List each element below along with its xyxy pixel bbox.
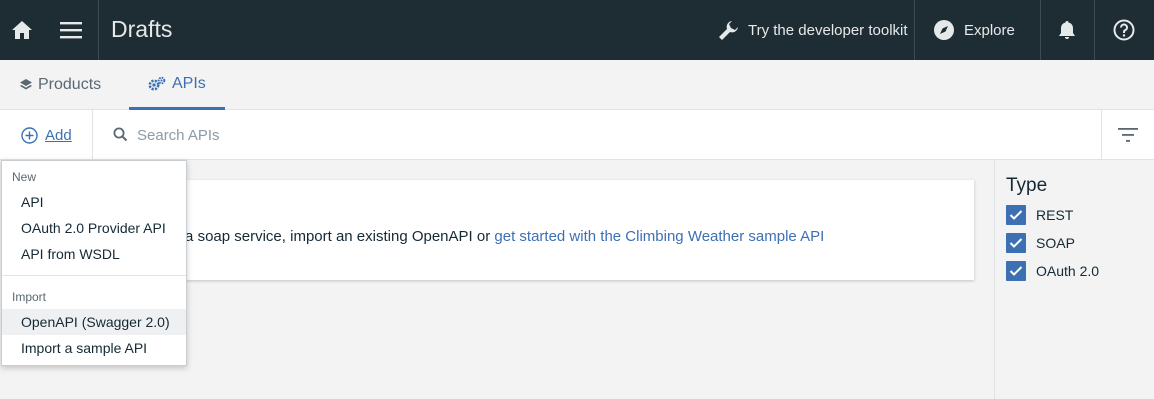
filter-option-rest[interactable]: REST (1006, 205, 1073, 225)
type-filter-panel: Type REST SOAP OAuth 2.0 (994, 160, 1154, 399)
gears-icon (148, 76, 166, 90)
toolbar: Add (0, 110, 1154, 160)
home-icon[interactable] (0, 0, 44, 60)
sample-api-link[interactable]: get started with the Climbing Weather sa… (494, 228, 824, 245)
filter-title: Type (1006, 175, 1048, 196)
menu-section-import: Import (12, 290, 47, 304)
tab-label: Products (38, 76, 102, 93)
developer-toolkit-link[interactable]: Try the developer toolkit (718, 0, 908, 60)
menu-item-api[interactable]: API (2, 189, 186, 215)
divider (98, 0, 99, 60)
divider (914, 0, 915, 60)
divider (92, 110, 93, 160)
checkbox-checked-icon[interactable] (1006, 205, 1026, 225)
page-title: Drafts (111, 16, 173, 42)
filter-option-label: SOAP (1036, 235, 1075, 251)
compass-icon (934, 20, 954, 40)
help-icon[interactable] (1094, 0, 1154, 60)
filter-option-soap[interactable]: SOAP (1006, 233, 1075, 253)
filter-option-label: OAuth 2.0 (1036, 263, 1100, 279)
filter-option-oauth[interactable]: OAuth 2.0 (1006, 261, 1099, 281)
top-bar: Drafts Try the developer toolkit Explore (0, 0, 1154, 60)
explore-button[interactable]: Explore (916, 0, 1040, 60)
menu-item-openapi[interactable]: OpenAPI (Swagger 2.0) (2, 309, 186, 335)
menu-item-oauth-provider-api[interactable]: OAuth 2.0 Provider API (2, 215, 186, 241)
tab-apis[interactable]: APIs (129, 60, 225, 110)
tab-label: APIs (172, 74, 206, 92)
search-input[interactable] (137, 124, 1037, 146)
filter-icon (1118, 128, 1138, 142)
notifications-bell-icon[interactable] (1040, 0, 1094, 60)
tab-bar: Products APIs (0, 60, 1154, 110)
checkbox-checked-icon[interactable] (1006, 261, 1026, 281)
menu-section-new: New (12, 170, 37, 184)
add-circle-icon (21, 126, 38, 144)
wrench-icon (719, 21, 738, 40)
layers-icon (20, 79, 32, 90)
filter-option-label: REST (1036, 207, 1074, 223)
add-dropdown-menu: New API OAuth 2.0 Provider API API from … (1, 160, 187, 366)
explore-label: Explore (964, 21, 1015, 39)
menu-separator (2, 275, 186, 276)
menu-item-import-sample-api[interactable]: Import a sample API (2, 335, 186, 361)
menu-item-api-from-wsdl[interactable]: API from WSDL (2, 241, 186, 267)
toolkit-label: Try the developer toolkit (748, 21, 908, 39)
add-label: Add (45, 126, 72, 144)
search-icon (113, 127, 128, 142)
checkbox-checked-icon[interactable] (1006, 233, 1026, 253)
add-button[interactable]: Add (21, 110, 72, 160)
tab-products[interactable]: Products (20, 60, 101, 110)
hamburger-menu-icon[interactable] (44, 0, 98, 60)
filter-button[interactable] (1102, 110, 1154, 160)
